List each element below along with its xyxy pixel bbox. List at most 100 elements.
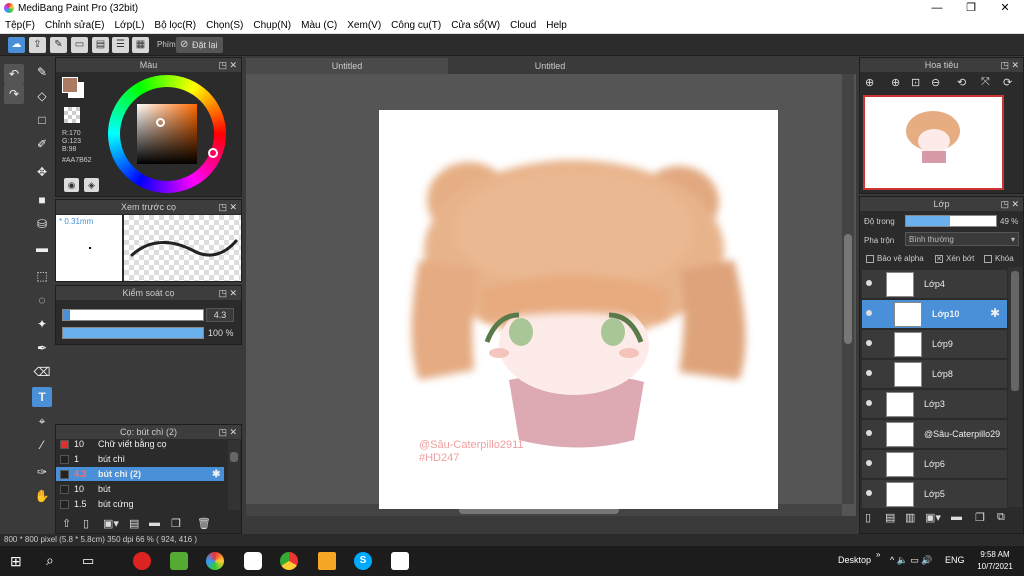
language-indicator[interactable]: ENG [945,555,965,565]
list-icon[interactable]: ☰ [112,37,129,53]
windows-start-icon[interactable]: ⊞ [10,553,22,570]
panel-float-close-icon[interactable]: ◳ ✕ [218,58,237,72]
menu-file[interactable]: Tệp(F) [0,17,40,34]
panel-float-close-icon[interactable]: ◳ ✕ [1000,58,1019,72]
lasso-icon[interactable]: ◌ [32,290,52,310]
menu-edit[interactable]: Chỉnh sửa(E) [40,17,110,34]
layer-row[interactable]: Lớp4 [862,270,1007,299]
search-icon[interactable]: ⌕ [46,552,54,569]
brush-list-item[interactable]: 10 Chữ viết bằng cọ [56,437,224,452]
menu-window[interactable]: Cửa sổ(W) [446,17,505,34]
layer-visibility-icon[interactable] [866,340,872,346]
zoom-in-icon[interactable]: ⊕ [865,76,874,89]
gradient-tool-icon[interactable]: ▬ [32,238,52,258]
task-view-icon[interactable]: ▭ [82,553,94,569]
reset-button[interactable]: ⊘ Đặt lại [176,37,223,53]
undo-icon[interactable]: ↶ [4,64,24,84]
menu-help[interactable]: Help [541,17,572,34]
rotate-right-icon[interactable]: ⟳ [1003,76,1012,89]
clipping-checkbox[interactable]: ✕ [935,255,943,263]
eraser-tool-icon[interactable]: ◇ [32,86,52,106]
new-8bit-layer-icon[interactable]: ▥ [905,511,915,524]
folder-icon[interactable] [318,552,336,570]
zoom-out-icon[interactable]: ⊖ [931,76,940,89]
new-halftone-layer-icon[interactable]: ▤ [885,511,895,524]
menu-view[interactable]: Xem(V) [342,17,386,34]
brush-tool-icon[interactable]: ✎ [32,62,52,82]
blend-mode-select[interactable]: Bình thường ▾ [905,232,1019,246]
zoom-fit-icon[interactable]: ⊕ [891,76,900,89]
layer-visibility-icon[interactable] [866,370,872,376]
layer-visibility-icon[interactable] [866,460,872,466]
layer-visibility-icon[interactable] [866,310,872,316]
shape-tool-icon[interactable]: □ [32,110,52,130]
brush-duplicate-icon[interactable]: ❐ [171,517,181,530]
panel-float-close-icon[interactable]: ◳ ✕ [1000,197,1019,211]
fill-rect-tool-icon[interactable]: ■ [32,190,52,210]
brush-folder-icon[interactable]: ▬ [149,517,160,529]
lock-checkbox[interactable] [984,255,992,263]
tab-document-1[interactable]: Untitled [246,58,448,74]
hand-tool-icon[interactable]: ✋ [32,486,52,506]
select-rect-icon[interactable]: ⬚ [32,266,52,286]
chrome-icon[interactable] [280,552,298,570]
layer-opacity-slider[interactable] [905,215,997,227]
menu-color[interactable]: Màu (C) [296,17,342,34]
layer-visibility-icon[interactable] [866,280,872,286]
zoom-actual-icon[interactable]: ⊡ [911,76,920,89]
document-icon[interactable] [391,552,409,570]
brush-list-scrollbar[interactable] [228,440,240,510]
new-brush-icon[interactable]: ▯ [83,517,89,530]
text-tool-icon[interactable]: T [32,387,52,407]
eyedropper-icon[interactable]: ✑ [32,462,52,482]
layer-merge-icon[interactable]: ⧉ [997,511,1005,524]
brush-opacity-slider[interactable] [62,327,204,339]
minimize-button[interactable]: — [920,0,954,17]
layer-folder-icon[interactable]: ▬ [951,511,962,523]
menu-select[interactable]: Chọn(S) [201,17,248,34]
tab-document-2[interactable]: Untitled [450,58,650,74]
game-app-icon[interactable] [170,552,188,570]
brush-list-item[interactable]: 1 bút chì [56,452,224,467]
palette-edit-icon[interactable]: ◈ [84,178,99,192]
dropper-tool-icon[interactable]: ⁄ [32,435,52,455]
layer-visibility-icon[interactable] [866,490,872,496]
brush-upload-icon[interactable]: ⇧ [62,517,71,530]
doc-icon[interactable]: ▤ [92,37,109,53]
saturation-value-square[interactable] [137,104,197,164]
menu-filter[interactable]: Bộ lọc(R) [149,17,201,34]
layer-row[interactable]: Lớp9 [862,330,1007,359]
medibang-taskbar-icon[interactable] [206,552,224,570]
drawing-canvas[interactable]: @Sâu-Caterpillo2911 #HD247 [379,110,778,509]
foreground-color-swatch[interactable] [62,77,78,93]
vertical-scrollbar[interactable] [842,74,854,504]
layer-row[interactable]: Lớp5 [862,480,1007,509]
layer-row[interactable]: Lớp10 ✱ [862,300,1007,329]
magic-wand-icon[interactable]: ✦ [32,314,52,334]
brush-list-item[interactable]: 4.3 bút chì (2) ✱ [56,467,224,482]
layer-duplicate-icon[interactable]: ❐ [975,511,985,524]
layer-scrollbar[interactable] [1008,267,1022,507]
pen-tool-icon[interactable]: ✐ [32,134,52,154]
menu-cloud[interactable]: Cloud [505,17,541,34]
hue-cursor[interactable] [208,148,218,158]
brush-list-item[interactable]: 1.5 bút cứng [56,497,224,512]
app-badge-icon[interactable] [244,552,262,570]
trash-icon[interactable]: 🗑 [197,517,211,530]
layer-row[interactable]: Lớp8 [862,360,1007,389]
menu-layer[interactable]: Lớp(L) [110,17,150,34]
clock[interactable]: 9:58 AM 10/7/2021 [972,549,1018,573]
menu-snap[interactable]: Chụp(N) [248,17,296,34]
layer-row[interactable]: @Sâu-Caterpillo29 [862,420,1007,449]
layer-add-menu-icon[interactable]: ▣▾ [925,511,941,524]
redo-icon[interactable]: ↷ [4,84,24,104]
desktop-label[interactable]: Desktop [838,555,871,565]
gear-icon[interactable]: ✱ [990,306,1000,320]
share-icon[interactable]: ⇪ [29,37,46,53]
new-layer-icon[interactable]: ▯ [865,511,871,524]
hue-wheel[interactable] [108,75,226,193]
select-eraser-icon[interactable]: ⌫ [32,362,52,382]
panel-float-close-icon[interactable]: ◳ ✕ [218,200,237,214]
sv-cursor[interactable] [156,118,165,127]
maximize-button[interactable]: ❐ [954,0,988,17]
